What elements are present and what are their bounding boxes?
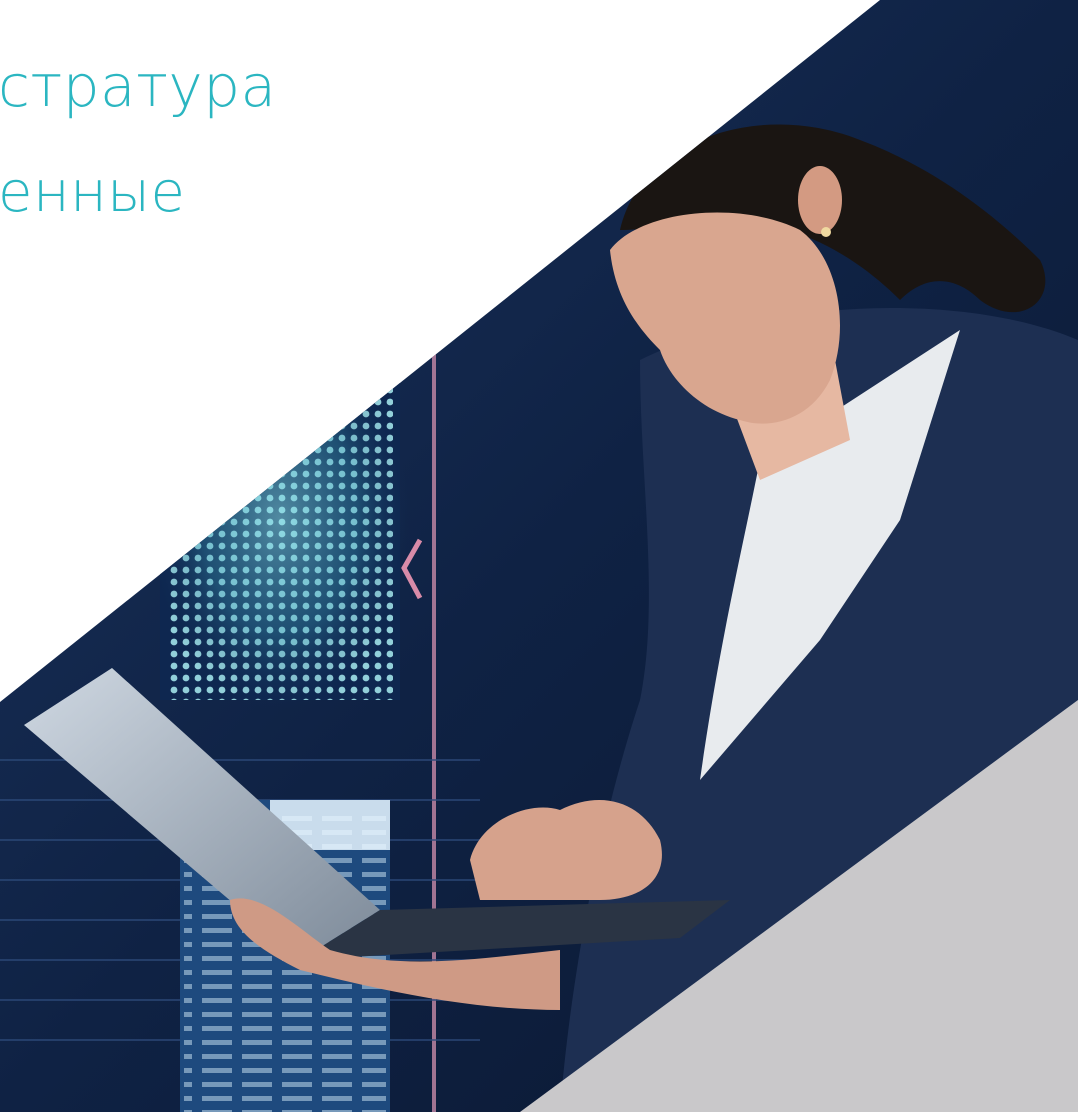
- hero-photo: [0, 0, 1078, 1112]
